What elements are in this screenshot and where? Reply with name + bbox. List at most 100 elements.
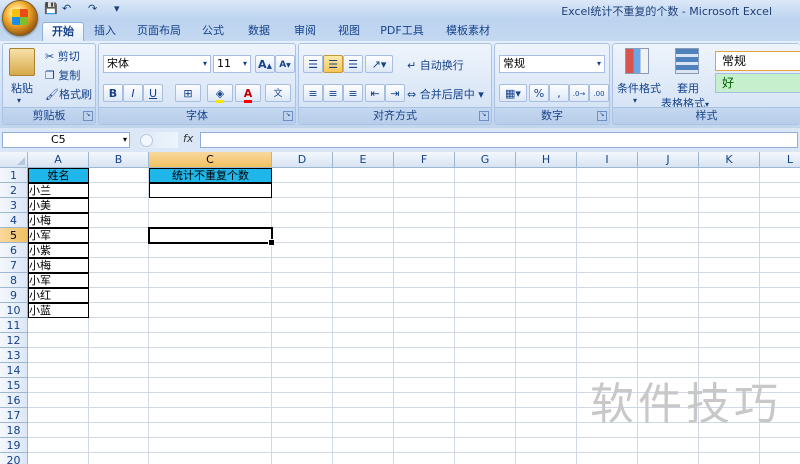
row-header-10[interactable]: 10 — [0, 303, 28, 318]
tab-home[interactable]: 开始 — [42, 22, 84, 41]
clipboard-launcher-icon[interactable]: ↘ — [83, 111, 93, 121]
cell-f7[interactable] — [394, 258, 455, 273]
cell-j11[interactable] — [638, 318, 699, 333]
cell-a7[interactable]: 小梅 — [28, 258, 89, 273]
cell-d14[interactable] — [272, 363, 333, 378]
cell-f5[interactable] — [394, 228, 455, 243]
cell-a6[interactable]: 小紫 — [28, 243, 89, 258]
cell-c17[interactable] — [149, 408, 272, 423]
cell-d3[interactable] — [272, 198, 333, 213]
row-header-14[interactable]: 14 — [0, 363, 28, 378]
cell-k19[interactable] — [699, 438, 760, 453]
cell-d20[interactable] — [272, 453, 333, 464]
row-header-12[interactable]: 12 — [0, 333, 28, 348]
cell-i1[interactable] — [577, 168, 638, 183]
conditional-format-button[interactable]: 条件格式 — [617, 80, 661, 96]
cell-k10[interactable] — [699, 303, 760, 318]
cell-j2[interactable] — [638, 183, 699, 198]
cell-d5[interactable] — [272, 228, 333, 243]
cell-j20[interactable] — [638, 453, 699, 464]
cell-g13[interactable] — [455, 348, 516, 363]
cell-h7[interactable] — [516, 258, 577, 273]
cell-h15[interactable] — [516, 378, 577, 393]
cell-i3[interactable] — [577, 198, 638, 213]
cell-b13[interactable] — [89, 348, 149, 363]
cell-l8[interactable] — [760, 273, 800, 288]
cell-j12[interactable] — [638, 333, 699, 348]
row-header-9[interactable]: 9 — [0, 288, 28, 303]
cell-g20[interactable] — [455, 453, 516, 464]
cell-b1[interactable] — [89, 168, 149, 183]
cell-c1[interactable]: 统计不重复个数 — [149, 168, 272, 183]
column-header-i[interactable]: I — [577, 152, 638, 168]
column-header-h[interactable]: H — [516, 152, 577, 168]
cell-e6[interactable] — [333, 243, 394, 258]
cell-c15[interactable] — [149, 378, 272, 393]
fill-color-button[interactable]: ◈ — [207, 84, 233, 103]
cell-k11[interactable] — [699, 318, 760, 333]
tab-formulas[interactable]: 公式 — [198, 22, 228, 40]
number-launcher-icon[interactable]: ↘ — [597, 111, 607, 121]
cell-k3[interactable] — [699, 198, 760, 213]
align-left-button[interactable]: ≡ — [303, 84, 323, 102]
cell-d15[interactable] — [272, 378, 333, 393]
tab-insert[interactable]: 插入 — [90, 22, 120, 40]
cell-d16[interactable] — [272, 393, 333, 408]
cell-g5[interactable] — [455, 228, 516, 243]
cell-g11[interactable] — [455, 318, 516, 333]
cell-a14[interactable] — [28, 363, 89, 378]
cell-f12[interactable] — [394, 333, 455, 348]
cell-d19[interactable] — [272, 438, 333, 453]
cell-b18[interactable] — [89, 423, 149, 438]
cell-b16[interactable] — [89, 393, 149, 408]
cancel-entry-icon[interactable] — [140, 134, 153, 147]
row-header-13[interactable]: 13 — [0, 348, 28, 363]
cell-l7[interactable] — [760, 258, 800, 273]
cell-e12[interactable] — [333, 333, 394, 348]
cell-f1[interactable] — [394, 168, 455, 183]
shrink-font-button[interactable]: A▼ — [275, 55, 295, 73]
cell-g19[interactable] — [455, 438, 516, 453]
cell-f14[interactable] — [394, 363, 455, 378]
percent-button[interactable]: % — [529, 84, 549, 102]
cell-h4[interactable] — [516, 213, 577, 228]
row-header-1[interactable]: 1 — [0, 168, 28, 183]
cell-d18[interactable] — [272, 423, 333, 438]
cell-e15[interactable] — [333, 378, 394, 393]
cell-h11[interactable] — [516, 318, 577, 333]
cell-h5[interactable] — [516, 228, 577, 243]
cell-g18[interactable] — [455, 423, 516, 438]
cell-j10[interactable] — [638, 303, 699, 318]
font-name-combo[interactable]: 宋体 ▾ — [103, 55, 211, 73]
row-header-8[interactable]: 8 — [0, 273, 28, 288]
cell-d1[interactable] — [272, 168, 333, 183]
tab-data[interactable]: 数据 — [244, 22, 274, 40]
cell-g7[interactable] — [455, 258, 516, 273]
align-top-button[interactable]: ☰ — [303, 55, 323, 73]
cell-c16[interactable] — [149, 393, 272, 408]
cell-a16[interactable] — [28, 393, 89, 408]
cell-l4[interactable] — [760, 213, 800, 228]
formula-input[interactable] — [200, 132, 798, 148]
cell-a20[interactable] — [28, 453, 89, 464]
copy-button[interactable]: ❐ 复制 — [45, 67, 80, 83]
decrease-indent-button[interactable]: ⇤ — [365, 84, 385, 102]
tab-pdf-tools[interactable]: PDF工具 — [378, 22, 426, 40]
cell-f15[interactable] — [394, 378, 455, 393]
cell-f9[interactable] — [394, 288, 455, 303]
cell-l19[interactable] — [760, 438, 800, 453]
cell-i11[interactable] — [577, 318, 638, 333]
column-header-b[interactable]: B — [89, 152, 149, 168]
cell-e7[interactable] — [333, 258, 394, 273]
cell-b6[interactable] — [89, 243, 149, 258]
cell-g9[interactable] — [455, 288, 516, 303]
row-header-19[interactable]: 19 — [0, 438, 28, 453]
paste-dropdown-icon[interactable]: ▾ — [17, 96, 21, 105]
tab-review[interactable]: 审阅 — [290, 22, 320, 40]
cell-h20[interactable] — [516, 453, 577, 464]
cell-a18[interactable] — [28, 423, 89, 438]
cell-i8[interactable] — [577, 273, 638, 288]
cell-k6[interactable] — [699, 243, 760, 258]
cell-j7[interactable] — [638, 258, 699, 273]
table-format-button[interactable]: 套用 — [677, 80, 699, 96]
